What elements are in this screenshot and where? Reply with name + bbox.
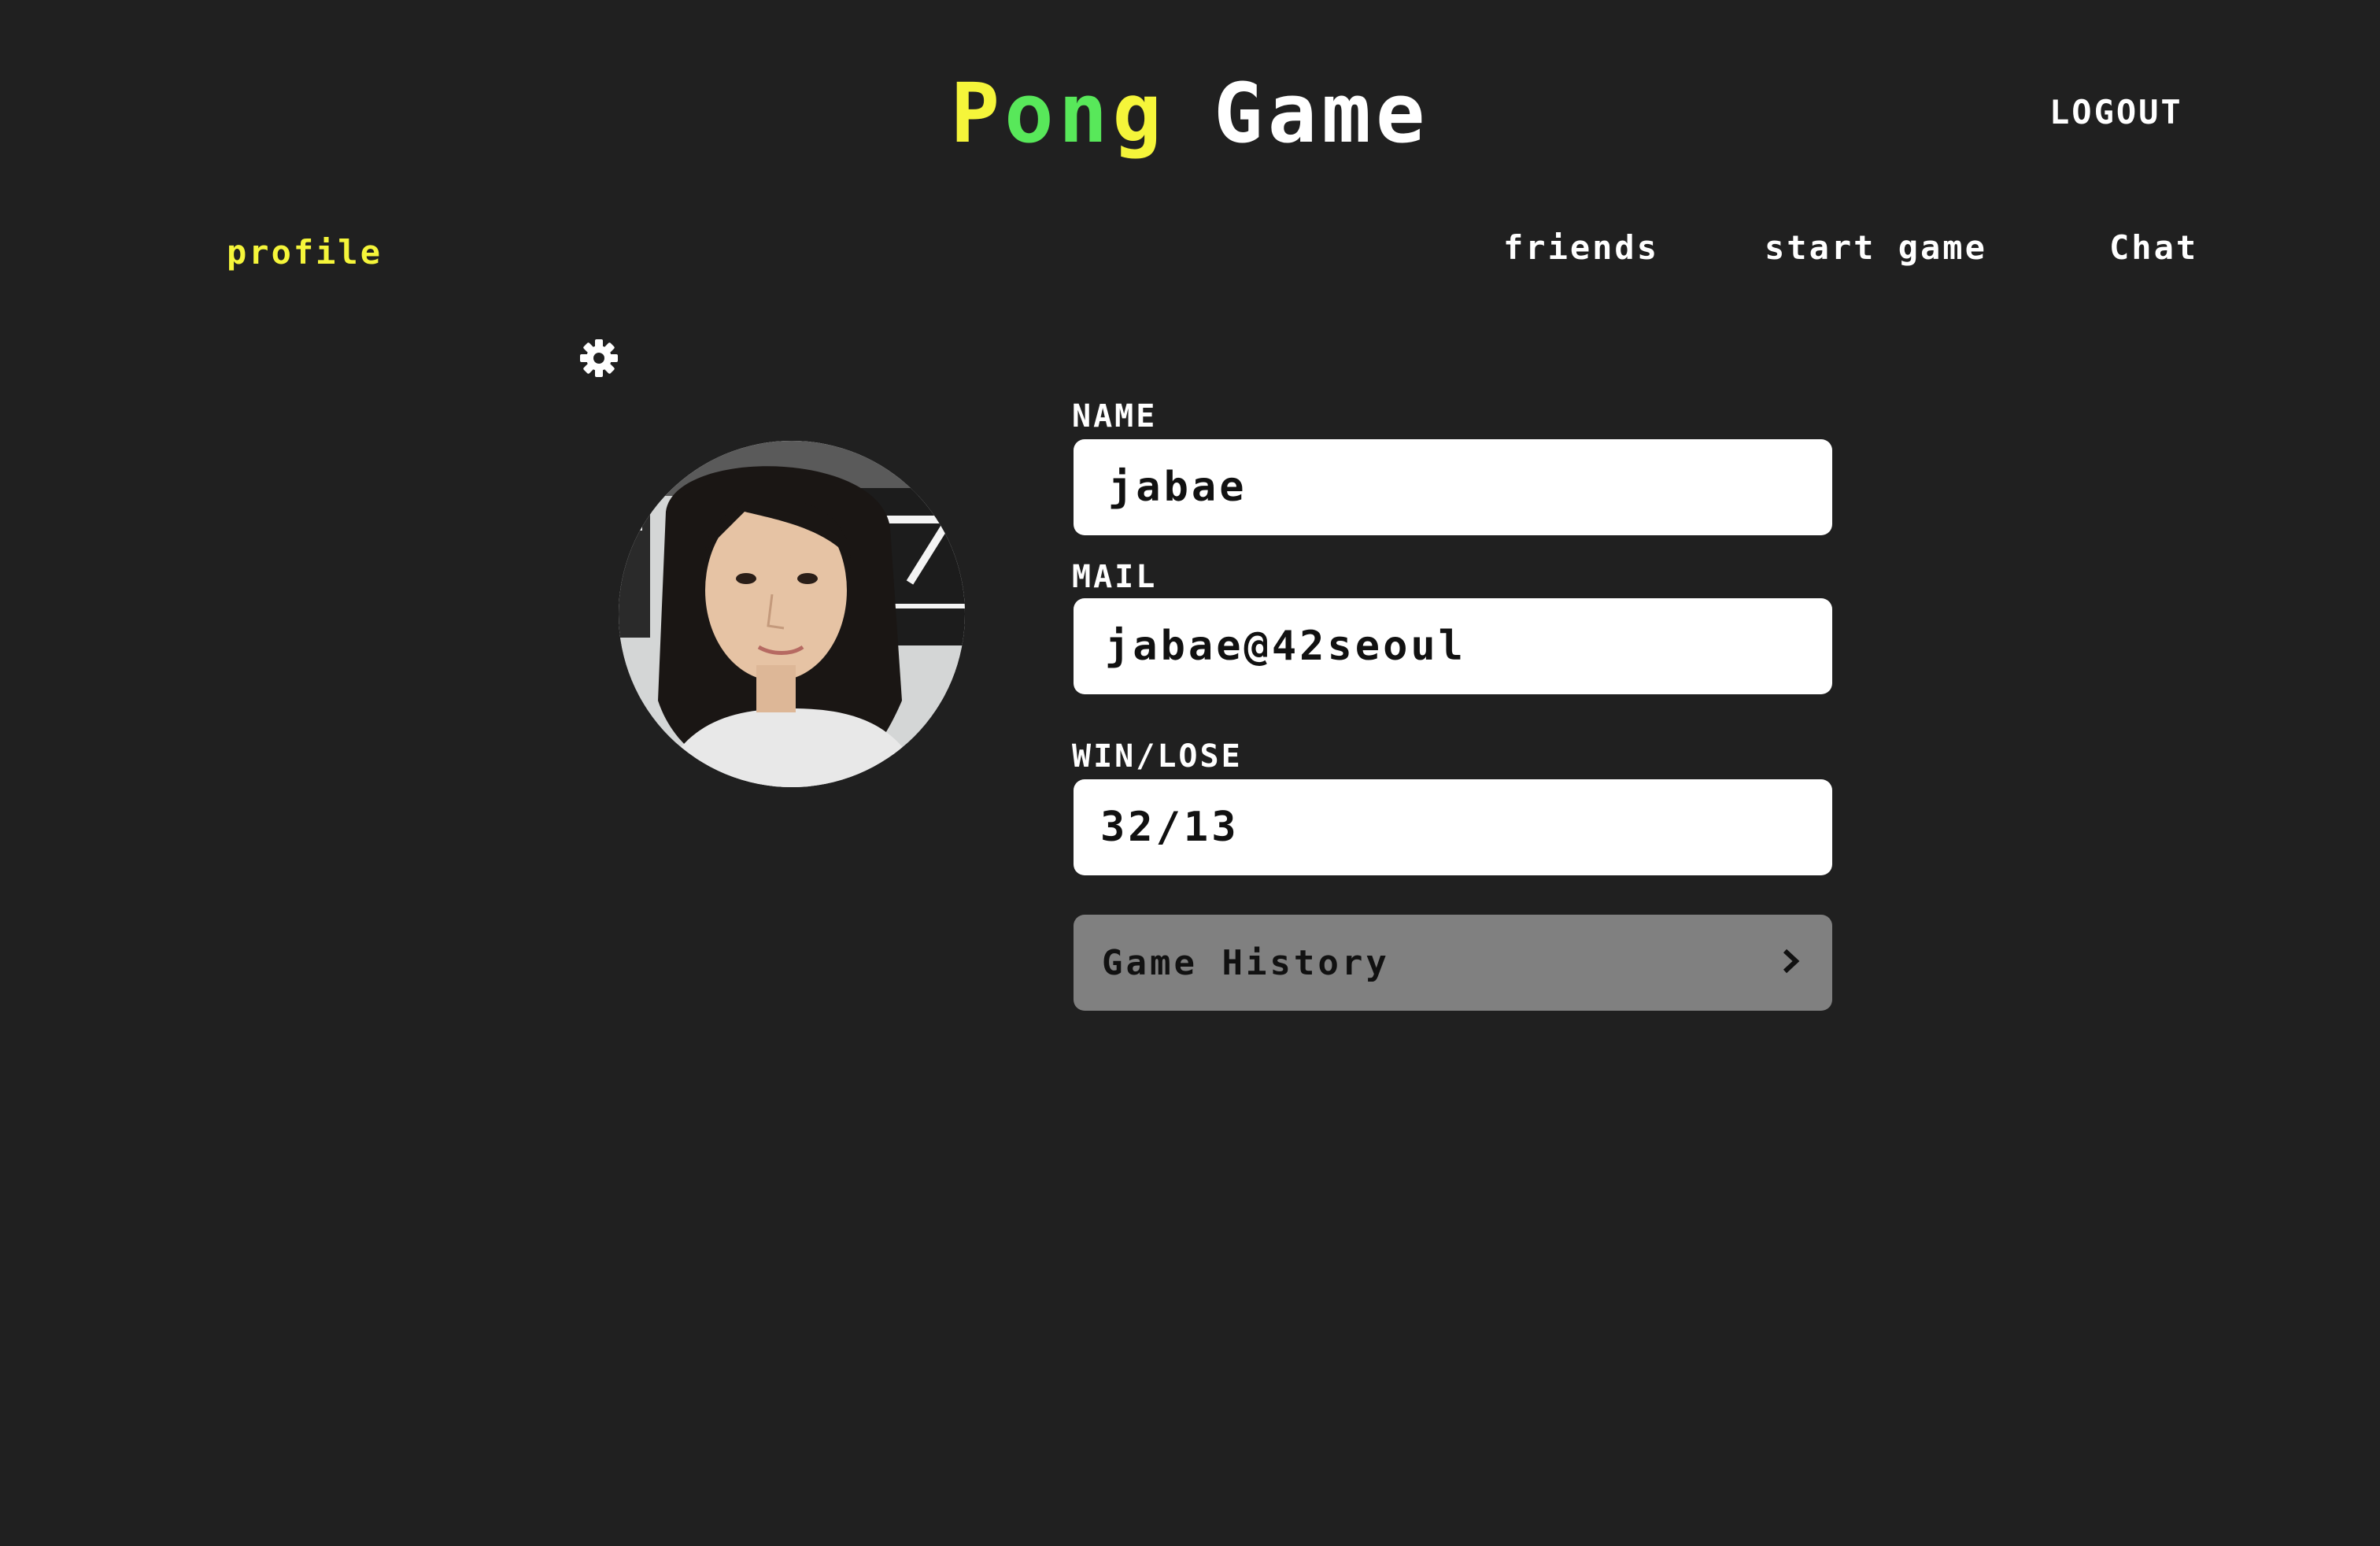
game-history-button[interactable]: Game History [1074, 915, 1832, 1011]
nav-start-game[interactable]: start game [1765, 228, 1987, 267]
logout-button[interactable]: LOGOUT [2049, 93, 2183, 131]
chevron-right-icon [1779, 943, 1802, 983]
name-field: jabae [1074, 439, 1832, 535]
nav-chat[interactable]: Chat [2109, 228, 2198, 267]
avatar [619, 441, 965, 787]
mail-label: MAIL [1072, 559, 1158, 595]
title-letter-p: P [950, 65, 1005, 161]
name-label: NAME [1072, 398, 1158, 435]
gear-icon[interactable] [579, 338, 619, 378]
app-title: Pong Game [0, 65, 2380, 162]
title-letter-g: g [1112, 65, 1167, 161]
nav-profile[interactable]: profile [227, 233, 382, 272]
winlose-label: WIN/LOSE [1072, 738, 1243, 775]
nav-friends[interactable]: friends [1503, 228, 1659, 267]
winlose-field: 32/13 [1074, 779, 1832, 875]
game-history-label: Game History [1102, 942, 1390, 983]
title-word-game: Game [1214, 65, 1430, 161]
mail-field: jabae@42seoul [1074, 598, 1832, 694]
title-letters-on: on [1004, 65, 1113, 161]
